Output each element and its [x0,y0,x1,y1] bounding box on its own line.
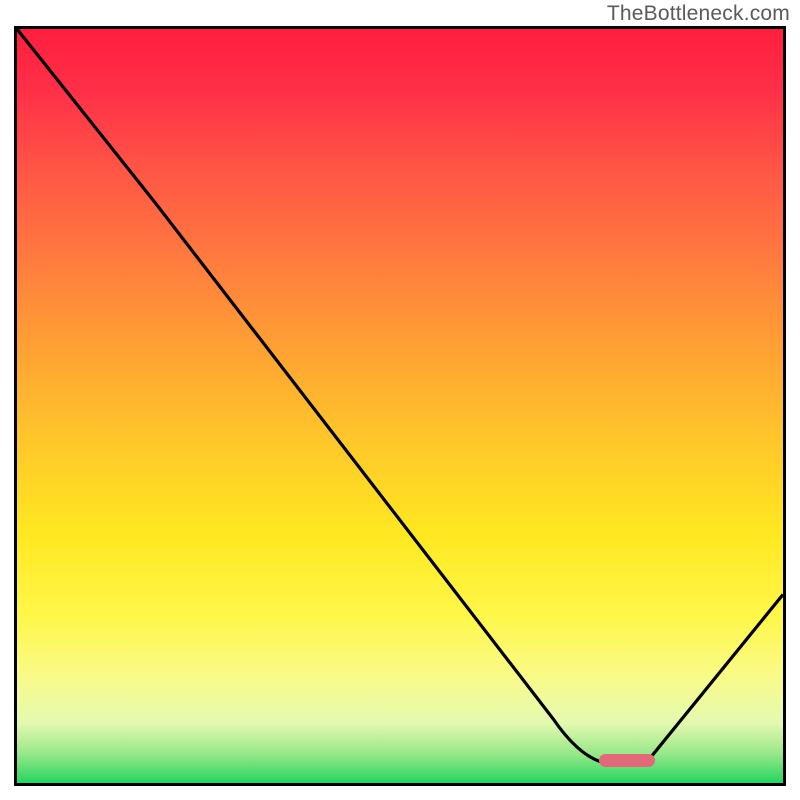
bottleneck-line [17,29,783,783]
chart-area [14,26,786,786]
optimum-marker [599,754,655,767]
watermark: TheBottleneck.com [607,2,790,26]
